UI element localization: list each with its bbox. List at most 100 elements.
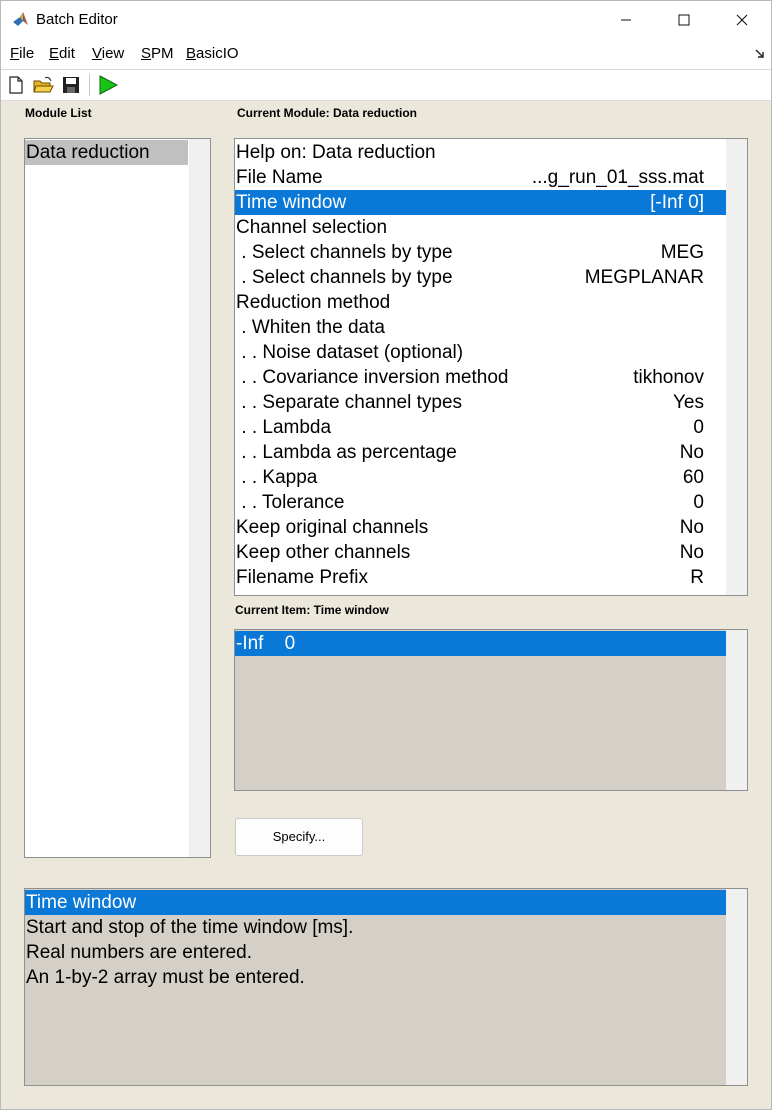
module-row[interactable]: . . Kappa 60: [235, 465, 726, 490]
module-row-label: . Whiten the data: [236, 317, 385, 338]
module-row-label: . . Lambda as percentage: [236, 442, 457, 463]
maximize-icon: [678, 14, 690, 26]
current-module-scrollbar[interactable]: [726, 139, 747, 595]
module-row[interactable]: Keep other channels No: [235, 540, 726, 565]
module-row[interactable]: Time window [-Inf 0]: [235, 190, 726, 215]
module-row-value: 0: [693, 492, 704, 513]
help-text-box[interactable]: Time window Start and stop of the time w…: [24, 888, 748, 1086]
module-row[interactable]: File Name ...g_run_01_sss.mat: [235, 165, 726, 190]
menu-bar: File Edit View SPM BasicIO: [1, 39, 771, 70]
new-file-icon[interactable]: [5, 74, 27, 96]
module-row[interactable]: . . Covariance inversion method tikhonov: [235, 365, 726, 390]
module-row-label: . . Covariance inversion method: [236, 367, 509, 388]
menu-spm[interactable]: SPM: [141, 45, 174, 62]
module-row[interactable]: . . Lambda 0: [235, 415, 726, 440]
module-row-label: Time window: [236, 192, 347, 213]
save-icon[interactable]: [60, 74, 82, 96]
menu-edit-accel: E: [49, 45, 60, 62]
module-list[interactable]: Data reduction: [24, 138, 211, 858]
module-row[interactable]: Channel selection: [235, 215, 726, 240]
window-title: Batch Editor: [36, 11, 118, 28]
minimize-icon: [621, 19, 631, 21]
run-icon[interactable]: [97, 74, 119, 96]
module-row-label: . . Tolerance: [236, 492, 345, 513]
module-row-label: . . Noise dataset (optional): [236, 342, 464, 363]
module-row[interactable]: . . Separate channel types Yes: [235, 390, 726, 415]
module-row[interactable]: . . Tolerance 0: [235, 490, 726, 515]
module-row-label: . . Lambda: [236, 417, 332, 438]
menu-spm-label: PM: [151, 45, 174, 62]
help-line-text: An 1-by-2 array must be entered.: [26, 967, 305, 988]
help-line: Real numbers are entered.: [25, 940, 726, 965]
module-row-label: Channel selection: [236, 217, 388, 238]
toolbar: [1, 70, 771, 101]
menu-spm-accel: S: [141, 45, 152, 62]
help-scrollbar[interactable]: [726, 889, 747, 1085]
close-icon: [736, 14, 748, 26]
minimize-button[interactable]: [597, 1, 655, 39]
module-row-value: tikhonov: [633, 367, 704, 388]
current-item-value-text: -Inf 0: [236, 633, 296, 654]
module-row-label: File Name: [236, 167, 323, 188]
module-row-label: Keep other channels: [236, 542, 411, 563]
module-row[interactable]: Keep original channels No: [235, 515, 726, 540]
menu-basicio-accel: B: [186, 45, 197, 62]
help-line-text: Real numbers are entered.: [26, 942, 253, 963]
module-row-label: . Select channels by type: [236, 242, 453, 263]
module-row-label: . . Separate channel types: [236, 392, 463, 413]
module-list-label: Module List: [25, 106, 92, 120]
module-row-label: . . Kappa: [236, 467, 318, 488]
menu-file-label: ile: [19, 45, 35, 62]
module-row[interactable]: . Whiten the data: [235, 315, 726, 340]
module-row-value: No: [679, 542, 704, 563]
close-button[interactable]: [713, 1, 771, 39]
module-row-label: Reduction method: [236, 292, 391, 313]
current-item-list[interactable]: -Inf 0: [234, 629, 748, 791]
module-row[interactable]: . . Noise dataset (optional): [235, 340, 726, 365]
matlab-logo-icon: [11, 9, 31, 29]
menu-file[interactable]: File: [10, 45, 34, 62]
menu-view[interactable]: View: [92, 45, 124, 62]
help-line: Start and stop of the time window [ms].: [25, 915, 726, 940]
current-module-list[interactable]: Help on: Data reduction File Name ...g_run…: [234, 138, 748, 596]
batch-editor-window: Batch Editor File Edit View SPM BasicIO: [0, 0, 772, 1110]
menu-basicio[interactable]: BasicIO: [186, 45, 239, 62]
menu-view-accel: V: [92, 45, 102, 62]
module-row-value: [-Inf 0]: [650, 192, 704, 213]
module-row-label: Keep original channels: [236, 517, 429, 538]
help-line-title: Time window: [25, 890, 726, 915]
help-line: An 1-by-2 array must be entered.: [25, 965, 726, 990]
help-line-text: Time window: [26, 892, 137, 913]
module-row[interactable]: . Select channels by type MEGPLANAR: [235, 265, 726, 290]
toolbar-separator: [89, 74, 90, 96]
current-item-value[interactable]: -Inf 0: [235, 631, 726, 656]
title-bar: Batch Editor: [1, 1, 771, 39]
module-row-value: No: [679, 517, 704, 538]
module-row-label: . Select channels by type: [236, 267, 453, 288]
current-item-label: Current Item: Time window: [235, 603, 389, 617]
module-row-value: No: [679, 442, 704, 463]
menu-edit-label: dit: [59, 45, 75, 62]
module-row[interactable]: . Select channels by type MEG: [235, 240, 726, 265]
menu-basicio-label: asicIO: [196, 45, 239, 62]
module-row-value: 60: [682, 467, 704, 488]
maximize-button[interactable]: [655, 1, 713, 39]
open-folder-icon[interactable]: [32, 74, 54, 96]
menu-view-label: iew: [101, 45, 125, 62]
module-row[interactable]: Help on: Data reduction: [235, 140, 726, 165]
dock-arrow-icon[interactable]: [755, 49, 765, 59]
current-item-scrollbar[interactable]: [726, 630, 747, 790]
module-item-data-reduction[interactable]: Data reduction: [25, 140, 188, 165]
module-row-label: Help on: Data reduction: [236, 142, 436, 163]
help-line-text: Start and stop of the time window [ms].: [26, 917, 354, 938]
module-row-value: 0: [693, 417, 704, 438]
module-row[interactable]: Reduction method: [235, 290, 726, 315]
menu-edit[interactable]: Edit: [49, 45, 75, 62]
module-row[interactable]: Filename Prefix R: [235, 565, 726, 590]
module-row-value: MEGPLANAR: [584, 267, 704, 288]
module-item-label: Data reduction: [26, 142, 150, 163]
module-row-value: Yes: [673, 392, 704, 413]
module-row[interactable]: . . Lambda as percentage No: [235, 440, 726, 465]
module-list-scrollbar[interactable]: [189, 139, 210, 857]
specify-button[interactable]: Specify...: [235, 818, 363, 856]
